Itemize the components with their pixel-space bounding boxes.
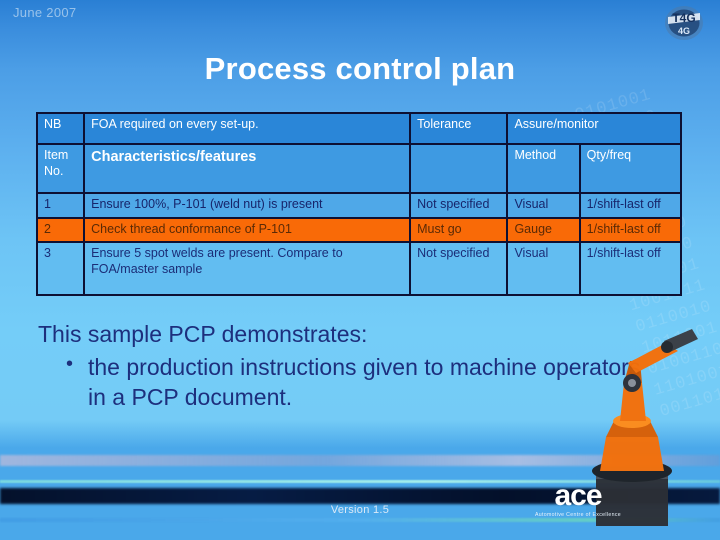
slide-canvas: 0101001 1001010 0110100 1010011 0101101 … [0, 0, 720, 540]
row-characteristic: Check thread conformance of P-101 [83, 216, 412, 244]
svg-text:T4G: T4G [672, 11, 695, 25]
assure-monitor-header-cell: Assure/monitor [506, 112, 682, 145]
note-text-cell: FOA required on every set-up. [83, 112, 412, 145]
header-item-no: Item No. [35, 143, 86, 194]
header-tolerance-blank [409, 143, 509, 194]
t4g-logo-icon: T4G 4G [665, 6, 703, 40]
tolerance-header-cell: Tolerance [409, 112, 509, 145]
table-row: 2 Check thread conformance of P-101 Must… [35, 216, 683, 244]
body-lead-text: This sample PCP demonstrates: [38, 321, 368, 347]
process-control-plan-table: NB FOA required on every set-up. Toleran… [35, 112, 683, 297]
table-row: 3 Ensure 5 spot welds are present. Compa… [35, 241, 683, 297]
row-method: Visual [506, 192, 581, 219]
row-method: Visual [506, 241, 581, 297]
row-qty-freq: 1/shift-last off [578, 192, 683, 219]
body-bullet-list: the production instructions given to mac… [38, 351, 658, 413]
row-item-no: 3 [35, 241, 86, 297]
body-text-block: This sample PCP demonstrates: the produc… [38, 320, 658, 413]
row-tolerance: Must go [409, 216, 509, 244]
table-row: 1 Ensure 100%, P-101 (weld nut) is prese… [35, 192, 683, 219]
slide-date-label: June 2007 [13, 5, 77, 20]
row-tolerance: Not specified [409, 192, 509, 219]
row-characteristic: Ensure 5 spot welds are present. Compare… [83, 241, 412, 297]
header-characteristics: Characteristics/features [83, 143, 412, 194]
row-method: Gauge [506, 216, 581, 244]
note-label-cell: NB [35, 112, 86, 145]
row-item-no: 2 [35, 216, 86, 244]
table-note-row: NB FOA required on every set-up. Toleran… [35, 112, 682, 145]
svg-text:4G: 4G [678, 26, 690, 36]
table-header-row: Item No. Characteristics/features Method… [35, 143, 683, 194]
row-qty-freq: 1/shift-last off [578, 241, 683, 297]
header-method: Method [506, 143, 581, 194]
row-tolerance: Not specified [409, 241, 509, 297]
row-item-no: 1 [35, 192, 86, 219]
page-title: Process control plan [204, 51, 516, 86]
row-characteristic: Ensure 100%, P-101 (weld nut) is present [83, 192, 412, 219]
version-label: Version 1.5 [330, 504, 390, 516]
header-qty-freq: Qty/freq [578, 143, 683, 194]
list-item: the production instructions given to mac… [66, 351, 658, 413]
row-qty-freq: 1/shift-last off [578, 216, 683, 244]
